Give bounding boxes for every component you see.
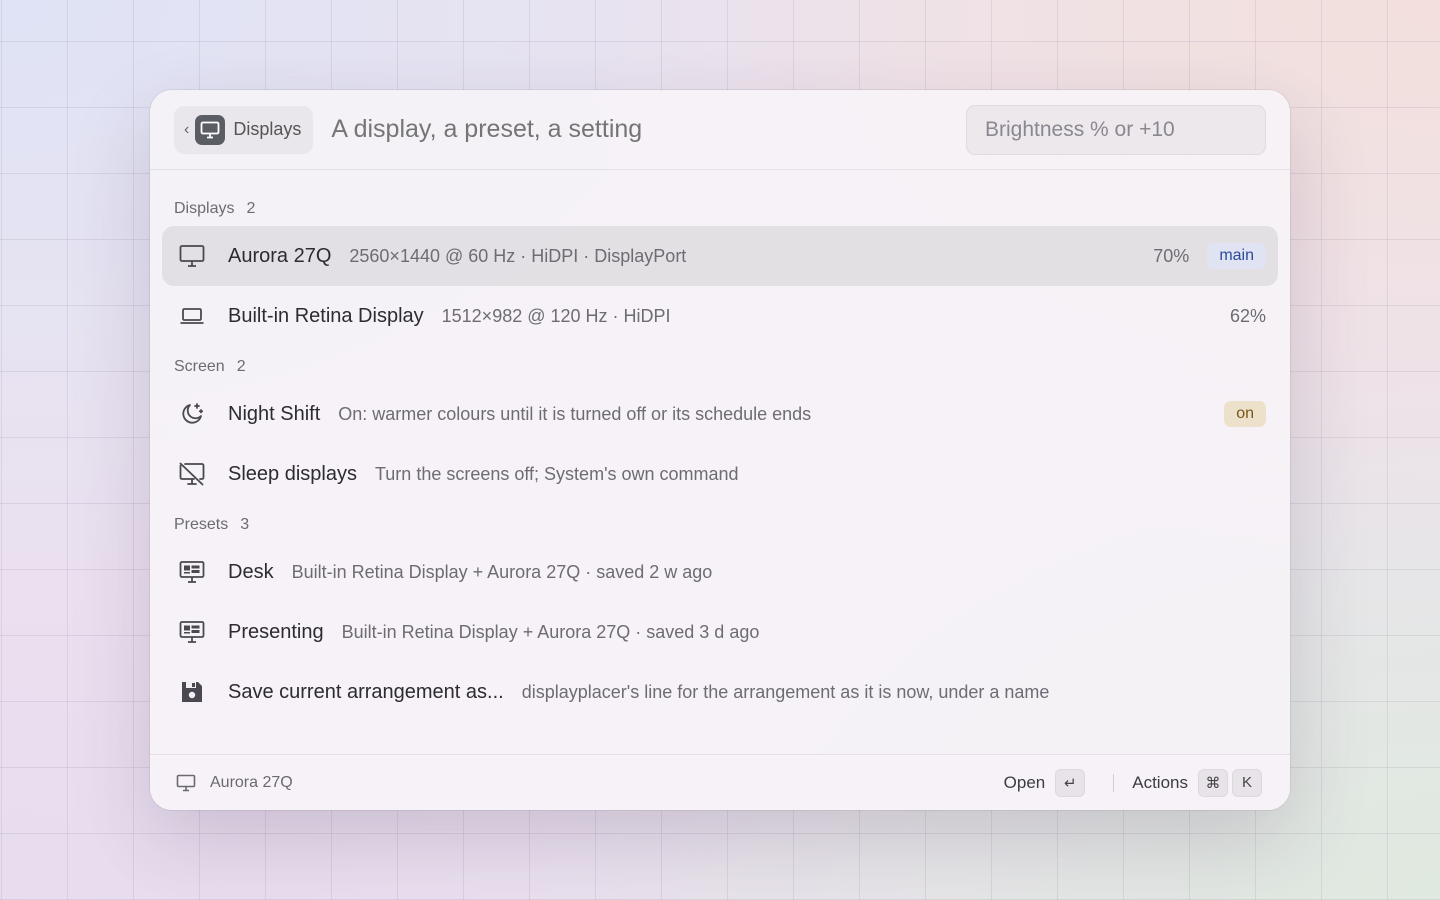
item-title: Presenting bbox=[228, 620, 324, 643]
list-item-preset-presenting[interactable]: Presenting Built-in Retina Display + Aur… bbox=[162, 602, 1278, 662]
item-subtitle: Built-in Retina Display + Aurora 27Q · s… bbox=[341, 621, 760, 642]
monitor-icon bbox=[176, 774, 196, 792]
section-header-screen: Screen 2 bbox=[174, 358, 246, 375]
footer-divider bbox=[1113, 773, 1115, 792]
actions-menu-button[interactable]: Actions ⌘ K bbox=[1132, 768, 1262, 797]
list-item-sleep-displays[interactable]: Sleep displays Turn the screens off; Sys… bbox=[162, 444, 1278, 504]
moon-stars-icon bbox=[178, 400, 206, 428]
brightness-value: 62% bbox=[1229, 305, 1266, 326]
k-key-icon: K bbox=[1232, 768, 1262, 797]
command-key-icon: ⌘ bbox=[1198, 768, 1228, 797]
preset-layout-icon bbox=[178, 618, 206, 646]
list-item-preset-desk[interactable]: Desk Built-in Retina Display + Aurora 27… bbox=[162, 542, 1278, 602]
brightness-argument-input[interactable] bbox=[966, 104, 1266, 155]
item-subtitle: Turn the screens off; System's own comma… bbox=[374, 463, 739, 484]
action-bar: Aurora 27Q Open ↵ Actions ⌘ K bbox=[150, 754, 1290, 810]
item-subtitle: displayplacer's line for the arrangement… bbox=[521, 681, 1050, 702]
item-title: Night Shift bbox=[228, 402, 321, 425]
item-title: Save current arrangement as... bbox=[228, 680, 504, 703]
section-header-presets: Presets 3 bbox=[174, 516, 250, 533]
monitor-icon bbox=[178, 242, 206, 270]
breadcrumb-back-button[interactable]: ‹ Displays bbox=[174, 105, 314, 154]
list-item-aurora-27q[interactable]: Aurora 27Q 2560×1440 @ 60 Hz · HiDPI · D… bbox=[162, 226, 1278, 286]
search-input[interactable] bbox=[331, 115, 966, 144]
list-item-save-arrangement[interactable]: Save current arrangement as... displaypl… bbox=[162, 662, 1278, 722]
monitor-off-icon bbox=[178, 460, 206, 488]
section-header-displays: Displays 2 bbox=[174, 200, 256, 217]
footer-context: Aurora 27Q bbox=[176, 774, 293, 792]
preset-layout-icon bbox=[178, 558, 206, 586]
displays-extension-icon bbox=[195, 114, 226, 145]
item-title: Built-in Retina Display bbox=[228, 304, 424, 327]
search-bar: ‹ Displays bbox=[150, 90, 1290, 170]
item-title: Desk bbox=[228, 560, 274, 583]
laptop-icon bbox=[178, 302, 206, 330]
list-item-night-shift[interactable]: Night Shift On: warmer colours until it … bbox=[162, 384, 1278, 444]
item-title: Sleep displays bbox=[228, 462, 357, 485]
results-list: Displays 2 Aurora 27Q 2560×1440 @ 60 Hz … bbox=[150, 170, 1290, 722]
item-title: Aurora 27Q bbox=[228, 244, 332, 267]
open-action-button[interactable]: Open ↵ bbox=[1004, 768, 1086, 797]
return-key-icon: ↵ bbox=[1055, 768, 1086, 797]
launcher-window: ‹ Displays Displays 2 Aurora 27Q 2560×14… bbox=[150, 90, 1290, 810]
footer-context-label: Aurora 27Q bbox=[210, 773, 293, 791]
item-subtitle: On: warmer colours until it is turned of… bbox=[338, 403, 812, 424]
item-subtitle: 2560×1440 @ 60 Hz · HiDPI · DisplayPort bbox=[349, 245, 687, 266]
breadcrumb-label: Displays bbox=[233, 119, 302, 139]
item-subtitle: 1512×982 @ 120 Hz · HiDPI bbox=[441, 305, 671, 326]
chevron-left-icon: ‹ bbox=[184, 120, 190, 138]
list-item-built-in-retina[interactable]: Built-in Retina Display 1512×982 @ 120 H… bbox=[162, 286, 1278, 346]
brightness-value: 70% bbox=[1153, 245, 1190, 266]
item-subtitle: Built-in Retina Display + Aurora 27Q · s… bbox=[291, 561, 713, 582]
main-display-badge: main bbox=[1207, 243, 1266, 269]
status-badge-on: on bbox=[1224, 401, 1266, 427]
floppy-disk-icon bbox=[178, 678, 206, 706]
